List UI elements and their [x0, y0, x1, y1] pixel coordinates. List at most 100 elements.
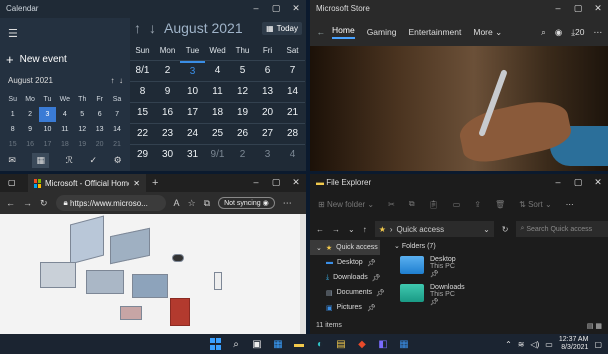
task-view-icon[interactable]: ▣	[250, 337, 264, 351]
day-cell[interactable]: 13	[255, 82, 280, 102]
tab-more[interactable]: More ⌄	[473, 27, 502, 38]
today-button[interactable]: ▦ Today	[262, 22, 302, 35]
settings-icon[interactable]: ⚙	[114, 155, 122, 166]
chevron-down-icon[interactable]: ⌄	[348, 225, 355, 234]
day-cell[interactable]: 7	[280, 61, 305, 81]
todo-icon[interactable]: ✓	[89, 155, 97, 166]
nav-item-pictures[interactable]: ▣ Pictures 📌︎	[310, 300, 380, 315]
group-header[interactable]: ⌄ Folders (7)	[394, 242, 604, 250]
search-icon[interactable]: ⌕	[229, 337, 243, 351]
day-cell[interactable]: 24	[180, 124, 205, 144]
minimize-button[interactable]: –	[246, 174, 266, 190]
day-cell[interactable]: 12	[230, 82, 255, 102]
day-cell[interactable]: 3	[255, 145, 280, 165]
hero-image[interactable]	[310, 46, 608, 171]
day-cell[interactable]: 20	[255, 103, 280, 123]
search-icon[interactable]: ⌕	[541, 27, 546, 38]
day-cell[interactable]: 5	[230, 61, 255, 81]
nav-item-quick-access[interactable]: ⌄ ★ Quick access	[310, 240, 380, 255]
day-cell[interactable]: 26	[230, 124, 255, 144]
favorites-icon[interactable]: ☆	[188, 198, 196, 209]
mini-day[interactable]: 9	[21, 122, 38, 137]
day-cell[interactable]: 21	[280, 103, 305, 123]
scrollbar[interactable]	[300, 214, 306, 334]
day-cell[interactable]: 2	[155, 61, 180, 81]
day-cell[interactable]: 23	[155, 124, 180, 144]
nav-item-downloads[interactable]: ⤓ Downloads 📌︎	[310, 270, 381, 285]
rename-icon[interactable]: ▭	[453, 200, 461, 209]
folder-item[interactable]: Downloads This PC 📌︎	[400, 284, 604, 306]
maximize-button[interactable]: ▢	[568, 174, 588, 190]
paste-icon[interactable]: 📋︎	[429, 200, 439, 209]
maximize-button[interactable]: ▢	[266, 0, 286, 16]
day-cell[interactable]: 31	[180, 145, 205, 165]
tab-home[interactable]: Home	[332, 25, 355, 39]
browser-tab[interactable]: Microsoft - Official Home Page ✕	[28, 174, 146, 192]
delete-icon[interactable]: 🗑︎	[495, 200, 505, 209]
notification-icon[interactable]: ▢	[594, 340, 602, 349]
account-icon[interactable]: ◉	[555, 27, 562, 38]
maximize-button[interactable]: ▢	[266, 174, 286, 190]
mini-day[interactable]: 4	[56, 107, 73, 122]
close-button[interactable]: ✕	[588, 0, 608, 16]
day-cell[interactable]: 9/1	[205, 145, 230, 165]
mini-day[interactable]: 2	[21, 107, 38, 122]
tab-gaming[interactable]: Gaming	[367, 27, 397, 37]
folder-item[interactable]: Desktop This PC 📌︎	[400, 256, 604, 278]
day-cell[interactable]: 10	[180, 82, 205, 102]
mini-day[interactable]: 5	[74, 107, 91, 122]
collections-icon[interactable]: ⧉	[204, 198, 210, 209]
view-toggle-icons[interactable]: ▤ ▦	[587, 322, 602, 330]
mini-day[interactable]: 10	[39, 122, 56, 137]
day-cell[interactable]: 19	[230, 103, 255, 123]
address-bar[interactable]: 🔒︎ https://www.microso...	[55, 195, 166, 211]
app-icon[interactable]: ◧	[376, 337, 390, 351]
mini-day[interactable]: 11	[56, 122, 73, 137]
menu-icon[interactable]: ☰	[8, 27, 18, 40]
mini-day[interactable]: 6	[91, 107, 108, 122]
close-button[interactable]: ✕	[286, 174, 306, 190]
sort-button[interactable]: ⇅ Sort ⌄	[519, 200, 552, 209]
calendar-app-icon[interactable]: ▦	[397, 337, 411, 351]
chevron-up-icon[interactable]: ⌃	[505, 340, 512, 349]
close-button[interactable]: ✕	[286, 0, 306, 16]
day-cell[interactable]: 11	[205, 82, 230, 102]
copy-icon[interactable]: ⧉	[409, 199, 415, 209]
people-icon[interactable]: ℛ	[66, 155, 73, 166]
store-icon[interactable]: ▤	[334, 337, 348, 351]
more-icon[interactable]: ⋯	[566, 200, 574, 209]
new-event-button[interactable]: + New event	[6, 52, 67, 67]
tab-entertainment[interactable]: Entertainment	[408, 27, 461, 37]
maximize-button[interactable]: ▢	[568, 0, 588, 16]
day-cell[interactable]: 17	[180, 103, 205, 123]
office-icon[interactable]: ◆	[355, 337, 369, 351]
forward-arrow-icon[interactable]: →	[332, 225, 340, 234]
volume-icon[interactable]: ◁)	[530, 340, 539, 349]
new-folder-button[interactable]: ⊞ New folder ⌄	[318, 200, 374, 209]
mini-day[interactable]: 8	[4, 122, 21, 137]
up-arrow-icon[interactable]: ↑	[111, 76, 115, 85]
day-cell[interactable]: 14	[280, 82, 305, 102]
down-arrow-icon[interactable]: ↓	[119, 76, 123, 85]
start-icon[interactable]	[208, 337, 222, 351]
more-icon[interactable]: ⋯	[594, 27, 603, 38]
day-cell[interactable]: 28	[280, 124, 305, 144]
clock[interactable]: 12:37 AM 8/3/2021	[559, 336, 589, 352]
day-cell[interactable]: 8/1	[130, 61, 155, 81]
refresh-icon[interactable]: ↻	[502, 225, 509, 234]
cut-icon[interactable]: ✂	[388, 200, 395, 209]
day-cell[interactable]: 6	[255, 61, 280, 81]
back-arrow-icon[interactable]: ←	[6, 198, 15, 208]
mini-day[interactable]: 3	[38, 107, 57, 122]
widgets-icon[interactable]: ▦	[271, 337, 285, 351]
read-aloud-icon[interactable]: A	[174, 198, 180, 208]
mini-day[interactable]: 14	[108, 122, 125, 137]
more-icon[interactable]: ⋯	[283, 198, 292, 209]
day-cell[interactable]: 16	[155, 103, 180, 123]
back-arrow-icon[interactable]: ←	[316, 225, 324, 234]
tab-close-icon[interactable]: ✕	[133, 179, 140, 188]
downloads-button[interactable]: ⤓20	[571, 27, 584, 38]
close-button[interactable]: ✕	[588, 174, 608, 190]
day-cell[interactable]: 22	[130, 124, 155, 144]
nav-item-desktop[interactable]: ▬ Desktop 📌︎	[310, 255, 380, 270]
